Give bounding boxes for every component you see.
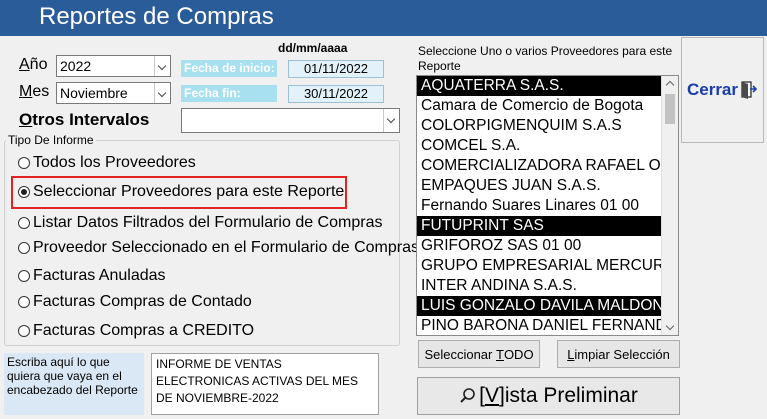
list-item[interactable]: GRUPO EMPRESARIAL MERCURY [417,256,662,276]
scroll-thumb[interactable] [665,94,675,124]
scroll-up-arrow-icon[interactable] [665,80,675,90]
proveedores-caption: Seleccione Uno o varios Proveedores para… [418,44,673,73]
radio-todos-proveedores[interactable]: Todos los Proveedores [18,152,196,174]
title-bar: Reportes de Compras [0,0,767,36]
radio-label: Facturas Compras a CREDITO [33,322,255,339]
radio-listar-datos-filtrados[interactable]: Listar Datos Filtrados del Formulario de… [18,212,382,234]
list-item[interactable]: COMCEL S.A. [417,136,662,156]
radio-button-icon[interactable] [18,217,30,229]
window-title: Reportes de Compras [39,3,274,30]
list-item[interactable]: EMPAQUES JUAN S.A.S. [417,176,662,196]
cerrar-label: Cerrar [686,80,739,99]
list-item[interactable]: PINO BARONA DANIEL FERNAND [417,316,662,335]
proveedores-scrollbar[interactable] [661,76,678,335]
encabezado-label: Escriba aquí lo que quiera que vaya en e… [4,353,144,415]
list-item[interactable]: COMERCIALIZADORA RAFAEL OV [417,156,662,176]
radio-label: Facturas Compras de Contado [33,293,252,310]
scroll-down-arrow-icon[interactable] [665,321,675,331]
list-item[interactable]: Fernando Suares Linares 01 00 [417,196,662,216]
otros-dropdown-chevron-icon[interactable] [383,109,399,132]
button-label-mnemonic: V [484,384,499,407]
button-label-mnemonic: T [495,346,504,362]
list-item[interactable]: INTER ANDINA S.A.S. [417,276,662,296]
list-item[interactable]: COLORPIGMENQUIM S.A.S [417,116,662,136]
radio-button-icon[interactable] [18,157,30,169]
vista-preliminar-button[interactable]: [V]ista Preliminar [417,377,680,415]
cerrar-button[interactable]: Cerrar [681,37,764,143]
button-label-mnemonic: L [567,346,575,362]
mes-dropdown-chevron-icon[interactable] [154,83,170,103]
seleccionar-todo-button[interactable]: Seleccionar T ODO [418,340,540,368]
tipo-informe-legend: Tipo De Informe [6,133,96,147]
fecha-fin-label: Fecha fin: [181,85,277,102]
anio-dropdown-chevron-icon[interactable] [154,56,170,76]
list-item[interactable]: Camara de Comercio de Bogota [417,96,662,116]
radio-facturas-anuladas[interactable]: Facturas Anuladas [18,265,166,287]
button-label-part: Seleccionar [424,346,496,362]
anio-label: Año [19,56,48,73]
date-format-hint: dd/mm/aaaa [278,41,348,55]
selection-highlight-box [11,176,347,209]
anio-combo[interactable]: 2022 [56,55,171,77]
button-label-part: impiar Selección [574,346,670,362]
anio-value: 2022 [60,58,92,74]
radio-button-icon[interactable] [18,242,30,254]
radio-label: Todos los Proveedores [33,154,196,171]
limpiar-seleccion-button[interactable]: Limpiar Selección [557,340,680,368]
radio-facturas-credito[interactable]: Facturas Compras a CREDITO [18,320,254,342]
fecha-inicio-label: Fecha de inicio: [181,60,277,77]
list-item[interactable]: GRIFOROZ SAS 01 00 [417,236,662,256]
proveedores-listbox[interactable]: AQUATERRA S.A.S. Camara de Comercio de B… [416,75,679,336]
encabezado-textarea[interactable]: INFORME DE VENTAS ELECTRONICAS ACTIVAS D… [151,353,379,415]
mes-label: Mes [19,83,50,100]
otros-intervalos-combo[interactable] [181,108,400,133]
list-item[interactable]: AQUATERRA S.A.S. [417,76,662,96]
exit-door-icon [741,81,758,99]
list-item[interactable]: LUIS GONZALO DAVILA MALDON [417,296,662,316]
otros-intervalos-label: Otros Intervalos [19,110,150,129]
button-label-part: ]ista Preliminar [498,384,638,407]
magnifier-icon [460,388,475,403]
list-item[interactable]: FUTUPRINT SAS [417,216,662,236]
button-label-part: ODO [503,346,534,362]
radio-button-icon[interactable] [18,296,30,308]
mes-value: Noviembre [60,85,128,101]
radio-label: Facturas Anuladas [33,267,166,284]
radio-facturas-contado[interactable]: Facturas Compras de Contado [18,291,252,313]
radio-button-icon[interactable] [18,270,30,282]
vista-preliminar-label: [V]ista Preliminar [479,384,638,408]
radio-label: Proveedor Seleccionado en el Formulario … [33,239,419,256]
radio-proveedor-seleccionado[interactable]: Proveedor Seleccionado en el Formulario … [18,237,419,259]
radio-label: Listar Datos Filtrados del Formulario de… [33,214,383,231]
mes-combo[interactable]: Noviembre [56,82,171,104]
radio-button-icon[interactable] [18,325,30,337]
fecha-fin-field[interactable]: 30/11/2022 [288,85,384,103]
fecha-inicio-field[interactable]: 01/11/2022 [288,60,384,78]
